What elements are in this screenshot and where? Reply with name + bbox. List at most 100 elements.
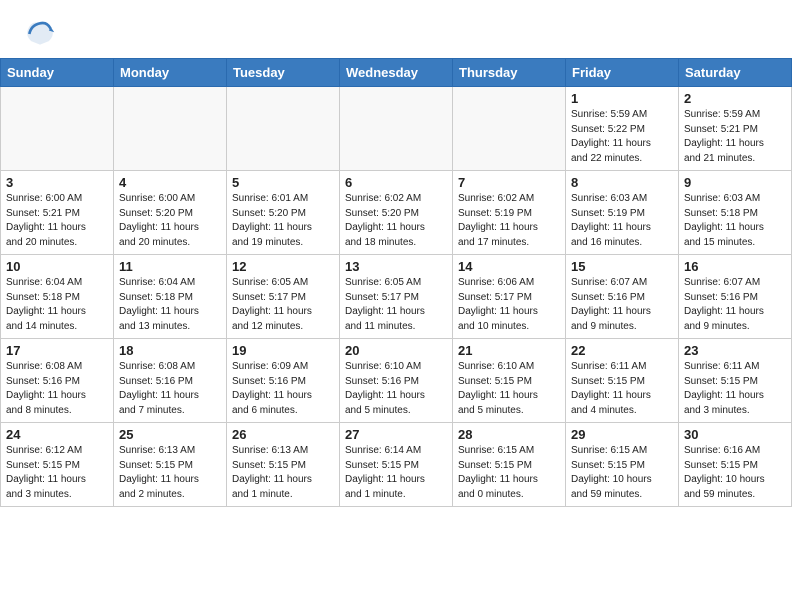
- calendar-cell: [114, 87, 227, 171]
- calendar-cell: 30 Sunrise: 6:16 AM Sunset: 5:15 PM Dayli…: [679, 423, 792, 507]
- calendar-cell: 19 Sunrise: 6:09 AM Sunset: 5:16 PM Dayli…: [227, 339, 340, 423]
- day-number: 26: [232, 427, 334, 442]
- calendar-week-4: 17 Sunrise: 6:08 AM Sunset: 5:16 PM Dayli…: [1, 339, 792, 423]
- day-number: 2: [684, 91, 786, 106]
- day-number: 12: [232, 259, 334, 274]
- day-number: 6: [345, 175, 447, 190]
- header: [0, 0, 792, 58]
- day-number: 18: [119, 343, 221, 358]
- calendar-cell: 9 Sunrise: 6:03 AM Sunset: 5:18 PM Daylig…: [679, 171, 792, 255]
- calendar-cell: 7 Sunrise: 6:02 AM Sunset: 5:19 PM Daylig…: [453, 171, 566, 255]
- day-info: Sunrise: 6:04 AM Sunset: 5:18 PM Dayligh…: [119, 276, 221, 334]
- day-info: Sunrise: 6:14 AM Sunset: 5:15 PM Dayligh…: [345, 444, 447, 502]
- calendar-cell: 17 Sunrise: 6:08 AM Sunset: 5:16 PM Dayli…: [1, 339, 114, 423]
- weekday-header-wednesday: Wednesday: [340, 59, 453, 87]
- calendar-week-2: 3 Sunrise: 6:00 AM Sunset: 5:21 PM Daylig…: [1, 171, 792, 255]
- day-info: Sunrise: 6:05 AM Sunset: 5:17 PM Dayligh…: [232, 276, 334, 334]
- day-info: Sunrise: 6:16 AM Sunset: 5:15 PM Dayligh…: [684, 444, 786, 502]
- weekday-header-row: SundayMondayTuesdayWednesdayThursdayFrid…: [1, 59, 792, 87]
- weekday-header-tuesday: Tuesday: [227, 59, 340, 87]
- day-info: Sunrise: 6:12 AM Sunset: 5:15 PM Dayligh…: [6, 444, 108, 502]
- calendar-cell: 14 Sunrise: 6:06 AM Sunset: 5:17 PM Dayli…: [453, 255, 566, 339]
- day-number: 23: [684, 343, 786, 358]
- calendar-cell: 29 Sunrise: 6:15 AM Sunset: 5:15 PM Dayli…: [566, 423, 679, 507]
- day-number: 19: [232, 343, 334, 358]
- calendar-cell: 10 Sunrise: 6:04 AM Sunset: 5:18 PM Dayli…: [1, 255, 114, 339]
- day-info: Sunrise: 6:00 AM Sunset: 5:20 PM Dayligh…: [119, 192, 221, 250]
- day-number: 30: [684, 427, 786, 442]
- calendar-cell: 15 Sunrise: 6:07 AM Sunset: 5:16 PM Dayli…: [566, 255, 679, 339]
- calendar-cell: 24 Sunrise: 6:12 AM Sunset: 5:15 PM Dayli…: [1, 423, 114, 507]
- calendar-cell: 22 Sunrise: 6:11 AM Sunset: 5:15 PM Dayli…: [566, 339, 679, 423]
- day-number: 20: [345, 343, 447, 358]
- day-number: 10: [6, 259, 108, 274]
- day-info: Sunrise: 6:13 AM Sunset: 5:15 PM Dayligh…: [119, 444, 221, 502]
- day-info: Sunrise: 6:15 AM Sunset: 5:15 PM Dayligh…: [571, 444, 673, 502]
- calendar-cell: 13 Sunrise: 6:05 AM Sunset: 5:17 PM Dayli…: [340, 255, 453, 339]
- calendar-cell: 23 Sunrise: 6:11 AM Sunset: 5:15 PM Dayli…: [679, 339, 792, 423]
- calendar-cell: 25 Sunrise: 6:13 AM Sunset: 5:15 PM Dayli…: [114, 423, 227, 507]
- day-info: Sunrise: 6:04 AM Sunset: 5:18 PM Dayligh…: [6, 276, 108, 334]
- day-number: 9: [684, 175, 786, 190]
- day-info: Sunrise: 6:06 AM Sunset: 5:17 PM Dayligh…: [458, 276, 560, 334]
- calendar-cell: [227, 87, 340, 171]
- day-info: Sunrise: 5:59 AM Sunset: 5:22 PM Dayligh…: [571, 108, 673, 166]
- calendar-cell: 26 Sunrise: 6:13 AM Sunset: 5:15 PM Dayli…: [227, 423, 340, 507]
- calendar-cell: 2Sunrise: 5:59 AM Sunset: 5:21 PM Daylig…: [679, 87, 792, 171]
- day-number: 7: [458, 175, 560, 190]
- day-info: Sunrise: 6:02 AM Sunset: 5:20 PM Dayligh…: [345, 192, 447, 250]
- day-number: 13: [345, 259, 447, 274]
- weekday-header-sunday: Sunday: [1, 59, 114, 87]
- day-info: Sunrise: 6:07 AM Sunset: 5:16 PM Dayligh…: [684, 276, 786, 334]
- day-info: Sunrise: 6:00 AM Sunset: 5:21 PM Dayligh…: [6, 192, 108, 250]
- calendar-cell: [1, 87, 114, 171]
- day-number: 27: [345, 427, 447, 442]
- day-number: 15: [571, 259, 673, 274]
- day-info: Sunrise: 6:03 AM Sunset: 5:19 PM Dayligh…: [571, 192, 673, 250]
- day-info: Sunrise: 6:07 AM Sunset: 5:16 PM Dayligh…: [571, 276, 673, 334]
- calendar-header: SundayMondayTuesdayWednesdayThursdayFrid…: [1, 59, 792, 87]
- calendar-week-5: 24 Sunrise: 6:12 AM Sunset: 5:15 PM Dayli…: [1, 423, 792, 507]
- calendar-cell: 20 Sunrise: 6:10 AM Sunset: 5:16 PM Dayli…: [340, 339, 453, 423]
- day-info: Sunrise: 6:08 AM Sunset: 5:16 PM Dayligh…: [6, 360, 108, 418]
- calendar-cell: [453, 87, 566, 171]
- weekday-header-saturday: Saturday: [679, 59, 792, 87]
- weekday-header-friday: Friday: [566, 59, 679, 87]
- day-info: Sunrise: 6:11 AM Sunset: 5:15 PM Dayligh…: [684, 360, 786, 418]
- logo: [24, 18, 60, 50]
- day-info: Sunrise: 6:11 AM Sunset: 5:15 PM Dayligh…: [571, 360, 673, 418]
- day-info: Sunrise: 6:10 AM Sunset: 5:16 PM Dayligh…: [345, 360, 447, 418]
- page: SundayMondayTuesdayWednesdayThursdayFrid…: [0, 0, 792, 612]
- calendar-cell: 27 Sunrise: 6:14 AM Sunset: 5:15 PM Dayli…: [340, 423, 453, 507]
- weekday-header-monday: Monday: [114, 59, 227, 87]
- day-number: 25: [119, 427, 221, 442]
- calendar-cell: 28Sunrise: 6:15 AM Sunset: 5:15 PM Dayli…: [453, 423, 566, 507]
- day-info: Sunrise: 6:02 AM Sunset: 5:19 PM Dayligh…: [458, 192, 560, 250]
- calendar-table: SundayMondayTuesdayWednesdayThursdayFrid…: [0, 58, 792, 507]
- day-number: 17: [6, 343, 108, 358]
- day-number: 29: [571, 427, 673, 442]
- calendar-cell: 18Sunrise: 6:08 AM Sunset: 5:16 PM Dayli…: [114, 339, 227, 423]
- calendar-cell: 11 Sunrise: 6:04 AM Sunset: 5:18 PM Dayli…: [114, 255, 227, 339]
- day-number: 14: [458, 259, 560, 274]
- day-info: Sunrise: 6:09 AM Sunset: 5:16 PM Dayligh…: [232, 360, 334, 418]
- calendar-cell: 21Sunrise: 6:10 AM Sunset: 5:15 PM Dayli…: [453, 339, 566, 423]
- calendar-cell: 16 Sunrise: 6:07 AM Sunset: 5:16 PM Dayli…: [679, 255, 792, 339]
- day-number: 1: [571, 91, 673, 106]
- calendar-body: 1 Sunrise: 5:59 AM Sunset: 5:22 PM Daylig…: [1, 87, 792, 507]
- calendar-cell: 1 Sunrise: 5:59 AM Sunset: 5:22 PM Daylig…: [566, 87, 679, 171]
- day-number: 11: [119, 259, 221, 274]
- calendar-cell: 3 Sunrise: 6:00 AM Sunset: 5:21 PM Daylig…: [1, 171, 114, 255]
- day-info: Sunrise: 6:13 AM Sunset: 5:15 PM Dayligh…: [232, 444, 334, 502]
- day-info: Sunrise: 6:15 AM Sunset: 5:15 PM Dayligh…: [458, 444, 560, 502]
- day-number: 22: [571, 343, 673, 358]
- day-number: 3: [6, 175, 108, 190]
- day-number: 16: [684, 259, 786, 274]
- day-number: 24: [6, 427, 108, 442]
- weekday-header-thursday: Thursday: [453, 59, 566, 87]
- calendar-cell: 6 Sunrise: 6:02 AM Sunset: 5:20 PM Daylig…: [340, 171, 453, 255]
- day-info: Sunrise: 6:05 AM Sunset: 5:17 PM Dayligh…: [345, 276, 447, 334]
- day-info: Sunrise: 6:01 AM Sunset: 5:20 PM Dayligh…: [232, 192, 334, 250]
- day-number: 8: [571, 175, 673, 190]
- day-info: Sunrise: 6:03 AM Sunset: 5:18 PM Dayligh…: [684, 192, 786, 250]
